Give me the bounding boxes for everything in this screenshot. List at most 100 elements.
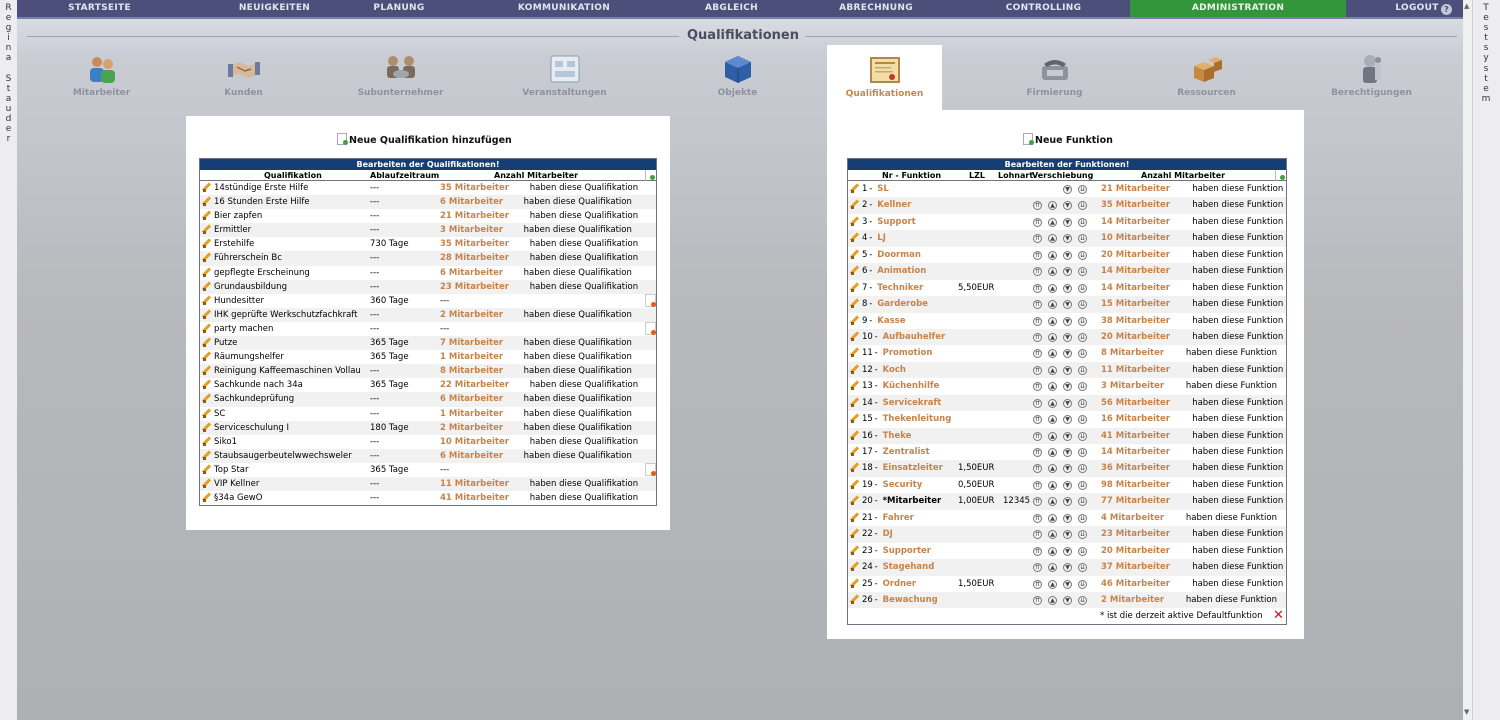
qualification-name[interactable]: Sachkunde nach 34a bbox=[214, 378, 303, 392]
function-name[interactable]: Thekenleitung bbox=[883, 411, 952, 427]
function-name[interactable]: Promotion bbox=[883, 345, 933, 361]
nav-neuigkeiten[interactable]: NEUIGKEITEN bbox=[192, 0, 357, 17]
move-down-icon[interactable]: ▼ bbox=[1063, 300, 1072, 310]
edit-pencil-icon[interactable] bbox=[202, 423, 211, 432]
move-down-icon[interactable]: ▼ bbox=[1063, 267, 1072, 277]
move-top-icon[interactable]: ⇈ bbox=[1033, 250, 1042, 260]
move-up-icon[interactable]: ▲ bbox=[1048, 201, 1057, 211]
tab-berechtigungen[interactable]: Berechtigungen bbox=[1314, 50, 1429, 112]
edit-pencil-icon[interactable] bbox=[202, 239, 211, 249]
move-top-icon[interactable]: ⇈ bbox=[1033, 365, 1042, 375]
employee-count-link[interactable]: 2 Mitarbeiter bbox=[1101, 592, 1164, 608]
edit-pencil-icon[interactable] bbox=[202, 296, 211, 305]
add-function-link[interactable]: Neue Funktion bbox=[1023, 133, 1113, 146]
employee-count-link[interactable]: 46 Mitarbeiter bbox=[1101, 576, 1170, 592]
move-top-icon[interactable]: ⇈ bbox=[1033, 234, 1042, 244]
function-name[interactable]: Ordner bbox=[883, 576, 917, 592]
move-top-icon[interactable]: ⇈ bbox=[1033, 316, 1042, 326]
move-down-icon[interactable]: ▼ bbox=[1063, 283, 1072, 293]
move-top-icon[interactable]: ⇈ bbox=[1033, 530, 1042, 540]
function-name[interactable]: Bewachung bbox=[883, 592, 938, 608]
add-qualification-icon[interactable] bbox=[645, 170, 656, 181]
add-function-icon[interactable] bbox=[1275, 170, 1286, 181]
qualification-name[interactable]: Sachkundeprüfung bbox=[214, 392, 294, 406]
employee-count-link[interactable]: 37 Mitarbeiter bbox=[1101, 559, 1170, 575]
edit-pencil-icon[interactable] bbox=[850, 480, 859, 489]
move-down-icon[interactable]: ▼ bbox=[1063, 349, 1072, 359]
employee-count-link[interactable]: 10 Mitarbeiter bbox=[1101, 230, 1170, 246]
move-top-icon[interactable]: ⇈ bbox=[1033, 563, 1042, 573]
move-down-icon[interactable]: ▼ bbox=[1063, 431, 1072, 441]
move-up-icon[interactable]: ▲ bbox=[1048, 480, 1057, 490]
edit-pencil-icon[interactable] bbox=[850, 316, 859, 325]
move-up-icon[interactable]: ▲ bbox=[1048, 595, 1057, 605]
function-name[interactable]: Animation bbox=[877, 263, 926, 279]
move-up-icon[interactable]: ▲ bbox=[1048, 497, 1057, 507]
move-top-icon[interactable]: ⇈ bbox=[1033, 497, 1042, 507]
move-down-icon[interactable]: ▼ bbox=[1063, 398, 1072, 408]
move-bottom-icon[interactable]: ⇊ bbox=[1078, 415, 1087, 425]
employee-count-link[interactable]: 1 Mitarbeiter bbox=[440, 350, 503, 364]
employee-count-link[interactable]: 16 Mitarbeiter bbox=[1101, 411, 1170, 427]
qualification-name[interactable]: party machen bbox=[214, 322, 273, 336]
scrollbar[interactable]: ▲ ▼ bbox=[1463, 0, 1473, 720]
edit-pencil-icon[interactable] bbox=[850, 579, 859, 588]
tab-firmierung[interactable]: Firmierung bbox=[997, 50, 1112, 112]
move-bottom-icon[interactable]: ⇊ bbox=[1078, 250, 1087, 260]
move-bottom-icon[interactable]: ⇊ bbox=[1078, 365, 1087, 375]
move-bottom-icon[interactable]: ⇊ bbox=[1078, 267, 1087, 277]
qualification-name[interactable]: SC bbox=[214, 407, 225, 421]
edit-pencil-icon[interactable] bbox=[850, 414, 859, 424]
employee-count-link[interactable]: 14 Mitarbeiter bbox=[1101, 263, 1170, 279]
function-name[interactable]: Zentralist bbox=[883, 444, 930, 460]
function-name[interactable]: Doorman bbox=[877, 247, 921, 263]
employee-count-link[interactable]: 6 Mitarbeiter bbox=[440, 449, 503, 463]
function-name[interactable]: Stagehand bbox=[883, 559, 935, 575]
move-up-icon[interactable]: ▲ bbox=[1048, 300, 1057, 310]
move-down-icon[interactable]: ▼ bbox=[1063, 250, 1072, 260]
move-up-icon[interactable]: ▲ bbox=[1048, 464, 1057, 474]
move-top-icon[interactable]: ⇈ bbox=[1033, 513, 1042, 523]
move-bottom-icon[interactable]: ⇊ bbox=[1078, 332, 1087, 342]
qualification-name[interactable]: Bier zapfen bbox=[214, 209, 262, 223]
move-bottom-icon[interactable]: ⇊ bbox=[1078, 382, 1087, 392]
move-up-icon[interactable]: ▲ bbox=[1048, 431, 1057, 441]
tab-kunden[interactable]: Kunden bbox=[186, 50, 301, 112]
function-name[interactable]: *Mitarbeiter bbox=[883, 493, 942, 509]
employee-count-link[interactable]: 20 Mitarbeiter bbox=[1101, 247, 1170, 263]
move-up-icon[interactable]: ▲ bbox=[1048, 365, 1057, 375]
qualification-name[interactable]: Top Star bbox=[214, 463, 248, 477]
edit-pencil-icon[interactable] bbox=[850, 283, 859, 292]
qualification-name[interactable]: 14stündige Erste Hilfe bbox=[214, 181, 308, 195]
employee-count-link[interactable]: 14 Mitarbeiter bbox=[1101, 444, 1170, 460]
move-up-icon[interactable]: ▲ bbox=[1048, 546, 1057, 556]
employee-count-link[interactable]: 36 Mitarbeiter bbox=[1101, 460, 1170, 476]
move-down-icon[interactable]: ▼ bbox=[1063, 595, 1072, 605]
edit-pencil-icon[interactable] bbox=[850, 233, 859, 243]
edit-pencil-icon[interactable] bbox=[202, 225, 211, 235]
qualification-name[interactable]: 16 Stunden Erste Hilfe bbox=[214, 195, 310, 209]
qualification-name[interactable]: Erstehilfe bbox=[214, 237, 254, 251]
move-bottom-icon[interactable]: ⇊ bbox=[1078, 185, 1087, 194]
move-bottom-icon[interactable]: ⇊ bbox=[1078, 464, 1087, 474]
qualification-name[interactable]: Hundesitter bbox=[214, 294, 264, 308]
move-bottom-icon[interactable]: ⇊ bbox=[1078, 201, 1087, 211]
tab-qualifikationen[interactable]: Qualifikationen bbox=[827, 45, 942, 111]
move-bottom-icon[interactable]: ⇊ bbox=[1078, 349, 1087, 359]
qualification-name[interactable]: Führerschein Bc bbox=[214, 251, 282, 265]
function-name[interactable]: SL bbox=[877, 181, 889, 197]
move-top-icon[interactable]: ⇈ bbox=[1033, 398, 1042, 408]
edit-pencil-icon[interactable] bbox=[202, 183, 211, 192]
edit-pencil-icon[interactable] bbox=[202, 352, 211, 362]
nav-abgleich[interactable]: ABGLEICH bbox=[679, 0, 784, 17]
move-down-icon[interactable]: ▼ bbox=[1063, 563, 1072, 573]
move-bottom-icon[interactable]: ⇊ bbox=[1078, 234, 1087, 244]
function-name[interactable]: Aufbauhelfer bbox=[883, 329, 946, 345]
delete-document-icon[interactable] bbox=[645, 462, 656, 476]
move-down-icon[interactable]: ▼ bbox=[1063, 415, 1072, 425]
move-up-icon[interactable]: ▲ bbox=[1048, 382, 1057, 392]
employee-count-link[interactable]: 6 Mitarbeiter bbox=[440, 195, 503, 209]
move-down-icon[interactable]: ▼ bbox=[1063, 316, 1072, 326]
edit-pencil-icon[interactable] bbox=[202, 310, 211, 319]
move-down-icon[interactable]: ▼ bbox=[1063, 480, 1072, 490]
